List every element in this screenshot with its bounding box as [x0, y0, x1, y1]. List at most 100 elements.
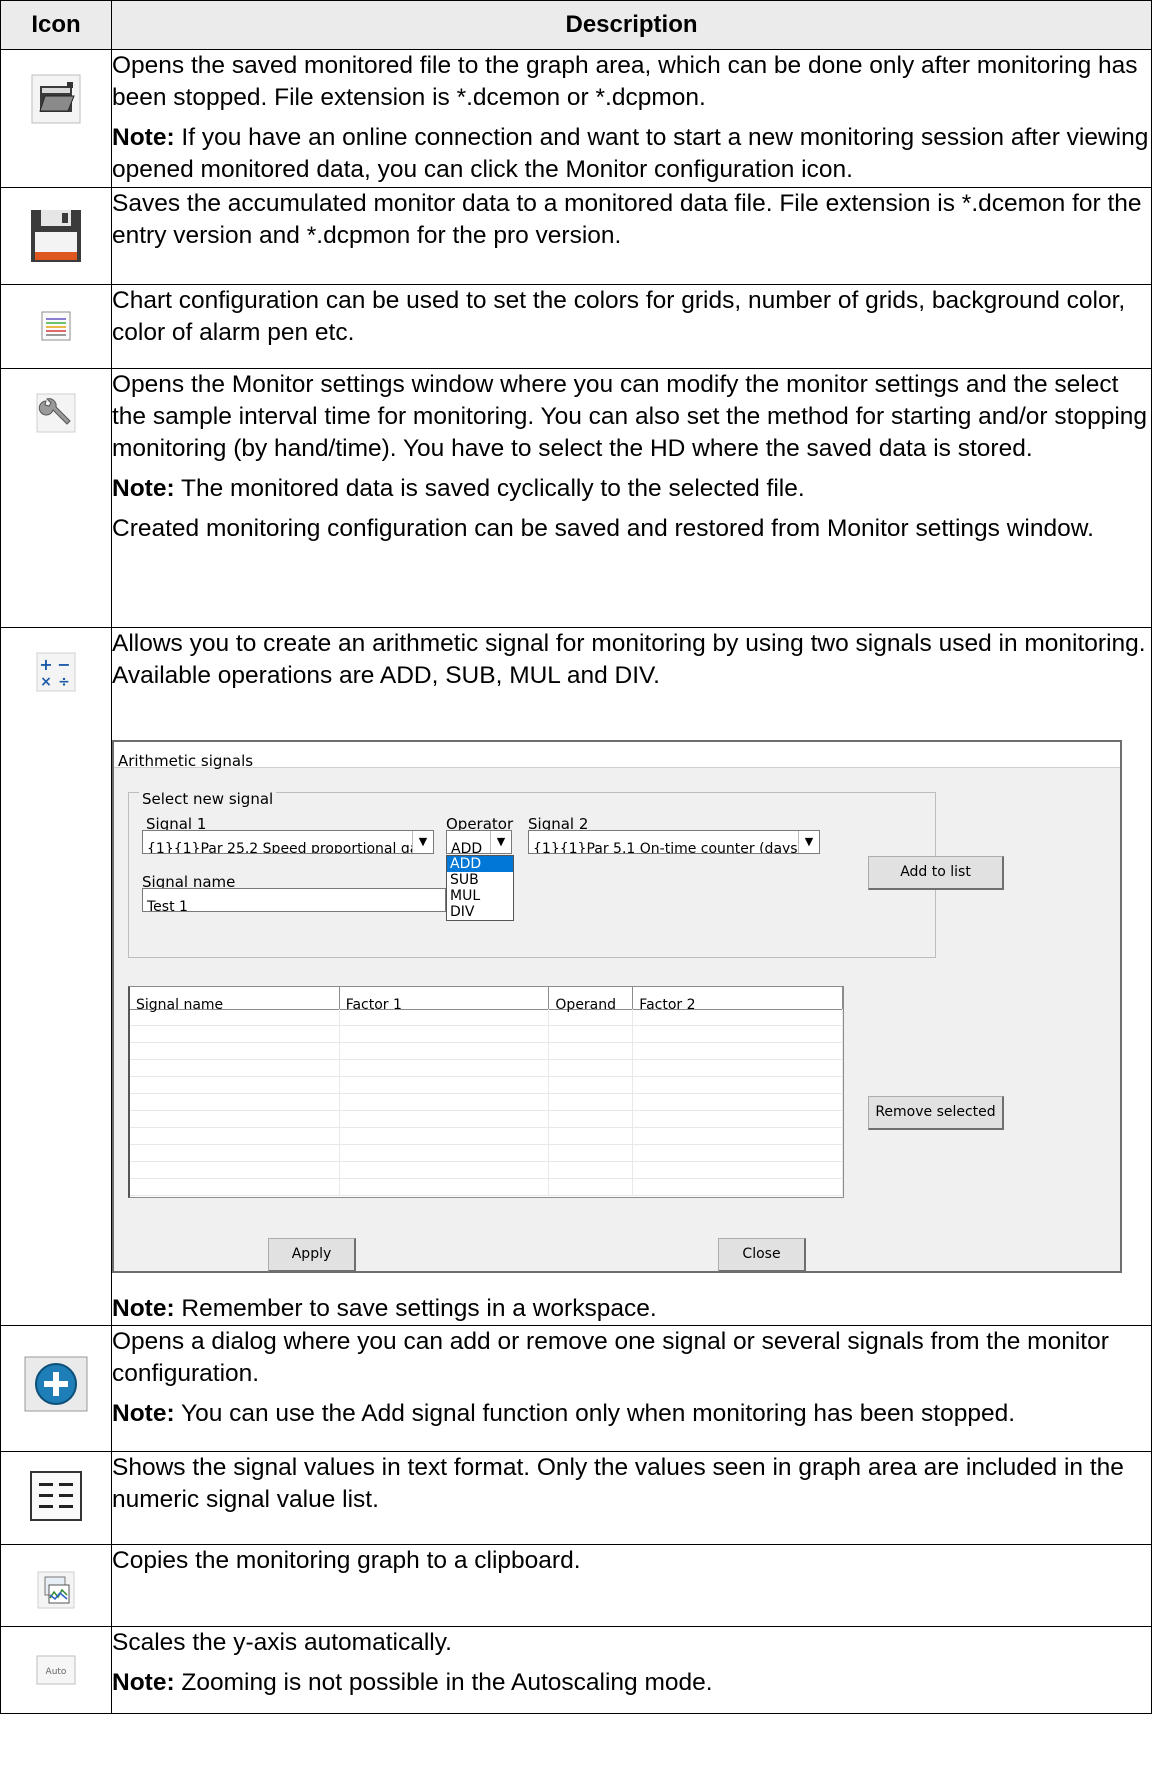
column-header[interactable]: Signal name — [130, 987, 340, 1013]
icon-cell — [0, 284, 112, 369]
operator-value: ADD — [451, 841, 483, 854]
operator-dropdown[interactable]: ADD ▼ — [446, 830, 512, 854]
description-column-header: Description — [111, 0, 1152, 50]
add-signal-icon — [24, 1356, 88, 1412]
svg-text:−: − — [57, 655, 70, 674]
signal-list-table[interactable]: Signal name Factor 1 Operand Factor 2 — [128, 986, 844, 1198]
chevron-down-icon[interactable]: ▼ — [412, 831, 433, 853]
description-cell: Scales the y-axis automatically. Note: Z… — [111, 1626, 1152, 1714]
signal-list-rows — [130, 1009, 843, 1197]
table-row: Opens a dialog where you can add or remo… — [0, 1325, 1152, 1452]
dialog-title: Arithmetic signals — [114, 742, 1120, 770]
auto-icon-label: Auto — [46, 1667, 67, 1677]
table-row: Opens the saved monitored file to the gr… — [0, 49, 1152, 188]
table-row — [130, 1179, 843, 1196]
description-text: Opens the Monitor settings window where … — [112, 371, 1148, 462]
remove-selected-button[interactable]: Remove selected — [868, 1096, 1004, 1130]
description-cell: Opens the saved monitored file to the gr… — [111, 49, 1152, 188]
description-extra-text: Created monitoring configuration can be … — [112, 515, 1094, 542]
chevron-down-icon[interactable]: ▼ — [490, 831, 511, 853]
column-header[interactable]: Operand — [549, 987, 634, 1013]
svg-text:×: × — [40, 674, 52, 690]
note-paragraph: Note: Zooming is not possible in the Aut… — [112, 1667, 1151, 1699]
icon-cell — [0, 1325, 112, 1452]
description-cell: Saves the accumulated monitor data to a … — [111, 187, 1152, 285]
signal2-value: {1}{1}Par 5.1 On-time counter (days) — [533, 841, 804, 854]
open-folder-icon — [31, 74, 81, 124]
operator-option[interactable]: MUL — [447, 888, 513, 904]
svg-text:÷: ÷ — [58, 674, 70, 690]
table-row — [130, 1077, 843, 1094]
table-row — [130, 1009, 843, 1026]
table-row: Auto Scales the y-axis automatically. No… — [0, 1626, 1152, 1714]
description-cell: Copies the monitoring graph to a clipboa… — [111, 1544, 1152, 1627]
signal-name-input[interactable]: Test 1 — [142, 888, 446, 915]
description-text: Opens a dialog where you can add or remo… — [112, 1328, 1109, 1387]
table-row — [130, 1162, 843, 1179]
auto-scale-icon: Auto — [36, 1655, 76, 1685]
icon-cell — [0, 187, 112, 285]
table-row — [130, 1111, 843, 1128]
description-text: Saves the accumulated monitor data to a … — [112, 190, 1142, 249]
note-paragraph: Note: You can use the Add signal functio… — [112, 1398, 1151, 1430]
note-text: Remember to save settings in a workspace… — [174, 1295, 657, 1322]
icon-description-table: Icon Description Opens the saved monitor… — [0, 0, 1152, 1714]
operator-option[interactable]: ADD — [447, 856, 513, 872]
column-header[interactable]: Factor 1 — [340, 987, 550, 1013]
icon-cell: Auto — [0, 1626, 112, 1714]
column-header[interactable]: Factor 2 — [633, 987, 843, 1013]
note-label: Note: — [112, 124, 175, 151]
chevron-down-icon[interactable]: ▼ — [798, 831, 819, 853]
table-header-row: Icon Description — [0, 0, 1152, 50]
operator-option[interactable]: DIV — [447, 904, 513, 920]
table-row — [130, 1128, 843, 1145]
icon-column-header: Icon — [0, 0, 112, 50]
icon-cell — [0, 1544, 112, 1627]
description-cell: Chart configuration can be used to set t… — [111, 284, 1152, 369]
note-paragraph: Note: The monitored data is saved cyclic… — [112, 473, 1151, 505]
description-cell: Opens the Monitor settings window where … — [111, 368, 1152, 628]
add-to-list-button[interactable]: Add to list — [868, 856, 1004, 890]
signal-value-list-icon — [29, 1470, 83, 1522]
table-row — [130, 1145, 843, 1162]
signal1-value: {1}{1}Par 25.2 Speed proportional gain (… — [147, 841, 433, 854]
signal-list-header: Signal name Factor 1 Operand Factor 2 — [130, 987, 843, 1013]
note-text: The monitored data is saved cyclically t… — [174, 475, 805, 502]
note-label: Note: — [112, 475, 175, 502]
table-row: Chart configuration can be used to set t… — [0, 284, 1152, 369]
table-row: Shows the signal values in text format. … — [0, 1451, 1152, 1545]
signal1-dropdown[interactable]: {1}{1}Par 25.2 Speed proportional gain (… — [142, 830, 434, 854]
save-floppy-icon — [29, 208, 83, 264]
icon-cell — [0, 1451, 112, 1545]
note-label: Note: — [112, 1669, 175, 1696]
operator-options-list[interactable]: ADD SUB MUL DIV — [446, 855, 514, 921]
table-row: Opens the Monitor settings window where … — [0, 368, 1152, 628]
apply-button[interactable]: Apply — [268, 1238, 356, 1272]
arithmetic-signals-dialog: Arithmetic signals Select new signal Sig… — [112, 740, 1122, 1273]
close-button[interactable]: Close — [718, 1238, 806, 1272]
description-cell: Shows the signal values in text format. … — [111, 1451, 1152, 1545]
table-row: Copies the monitoring graph to a clipboa… — [0, 1544, 1152, 1627]
copy-graph-icon — [37, 1571, 75, 1609]
icon-cell: + − × ÷ — [0, 627, 112, 1326]
note-text: You can use the Add signal function only… — [174, 1400, 1016, 1427]
table-row — [130, 1026, 843, 1043]
description-cell: Opens a dialog where you can add or remo… — [111, 1325, 1152, 1452]
signal2-dropdown[interactable]: {1}{1}Par 5.1 On-time counter (days) ▼ — [528, 830, 820, 854]
note-label: Note: — [112, 1400, 175, 1427]
table-row: Saves the accumulated monitor data to a … — [0, 187, 1152, 285]
note-label: Note: — [112, 1295, 175, 1322]
description-text: Shows the signal values in text format. … — [112, 1454, 1124, 1513]
chart-configuration-icon — [41, 311, 71, 341]
description-text: Allows you to create an arithmetic signa… — [112, 630, 1146, 689]
wrench-settings-icon — [36, 393, 76, 433]
operator-option[interactable]: SUB — [447, 872, 513, 888]
description-text: Copies the monitoring graph to a clipboa… — [112, 1547, 581, 1574]
note-text: Zooming is not possible in the Autoscali… — [174, 1669, 713, 1696]
table-row: + − × ÷ Allows you to create an arithmet… — [0, 627, 1152, 1326]
arithmetic-signal-icon: + − × ÷ — [36, 652, 76, 692]
description-text: Chart configuration can be used to set t… — [112, 287, 1126, 346]
description-text: Scales the y-axis automatically. — [112, 1629, 452, 1656]
description-cell: Allows you to create an arithmetic signa… — [111, 627, 1152, 1326]
note-text: If you have an online connection and wan… — [112, 124, 1149, 183]
